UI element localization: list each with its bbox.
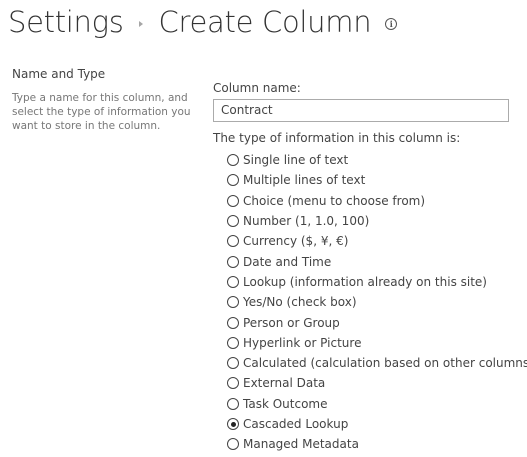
column-type-label: Number (1, 1.0, 100) [243, 214, 370, 229]
radio-button[interactable] [227, 154, 239, 167]
radio-button[interactable] [227, 438, 239, 451]
breadcrumb-settings-link[interactable]: Settings [8, 5, 124, 39]
column-type-label: Person or Group [243, 315, 340, 330]
radio-button[interactable] [227, 255, 239, 268]
section-description: Type a name for this column, and select … [12, 92, 191, 132]
column-type-option[interactable]: Managed Metadata [227, 434, 518, 454]
column-type-prompt: The type of information in this column i… [213, 131, 461, 145]
radio-button[interactable] [227, 194, 239, 207]
column-type-option[interactable]: Yes/No (check box) [227, 292, 518, 312]
info-icon[interactable]: i [385, 18, 398, 30]
radio-button[interactable] [227, 377, 239, 390]
radio-button[interactable] [227, 235, 239, 248]
column-type-radio-group: Single line of text Multiple lines of tex… [227, 150, 527, 454]
column-type-option[interactable]: Single line of text [227, 150, 518, 170]
column-name-input[interactable]: Contract [213, 99, 509, 122]
column-type-label: Cascaded Lookup [243, 417, 349, 431]
column-type-option[interactable]: Currency ($, ¥, €) [227, 231, 518, 251]
page-header: Settings Create Column i [8, 0, 398, 44]
radio-button[interactable] [227, 174, 239, 187]
radio-button-selected[interactable] [227, 418, 239, 430]
radio-button[interactable] [227, 296, 239, 309]
column-name-label: Column name: [213, 81, 301, 95]
column-type-label: Currency ($, ¥, €) [243, 234, 349, 249]
column-type-option[interactable]: Hyperlink or Picture [227, 333, 518, 353]
column-type-label: Yes/No (check box) [243, 295, 357, 310]
radio-button[interactable] [227, 397, 239, 410]
radio-button[interactable] [227, 357, 239, 370]
column-type-label: Single line of text [243, 153, 349, 168]
column-type-label: Calculated (calculation based on other c… [243, 356, 527, 371]
radio-button[interactable] [227, 215, 239, 228]
page-title: Create Column [158, 5, 372, 39]
column-type-option[interactable]: Person or Group [227, 312, 518, 332]
section-description-panel: Name and Type Type a name for this colum… [12, 67, 194, 133]
breadcrumb-separator-icon [138, 21, 143, 27]
column-type-label: Multiple lines of text [243, 173, 366, 188]
column-type-label: Choice (menu to choose from) [243, 193, 426, 208]
column-type-label: Managed Metadata [243, 437, 359, 452]
column-type-option[interactable]: Cascaded Lookup [227, 414, 518, 434]
column-type-option[interactable]: Multiple lines of text [227, 170, 518, 190]
column-type-label: Hyperlink or Picture [243, 335, 362, 350]
column-type-label: Lookup (information already on this site… [243, 274, 487, 289]
column-type-option[interactable]: Calculated (calculation based on other c… [227, 353, 527, 373]
section-title: Name and Type [12, 67, 106, 81]
column-type-option[interactable]: Choice (menu to choose from) [227, 191, 518, 211]
column-type-label: Date and Time [243, 254, 332, 269]
column-type-option[interactable]: Number (1, 1.0, 100) [227, 211, 518, 231]
radio-button[interactable] [227, 275, 239, 288]
radio-button[interactable] [227, 336, 239, 349]
column-type-option[interactable]: Lookup (information already on this site… [227, 272, 518, 292]
column-type-label: Task Outcome [243, 396, 328, 411]
column-type-label: External Data [243, 376, 326, 391]
column-type-option[interactable]: Task Outcome [227, 394, 518, 414]
column-type-option[interactable]: Date and Time [227, 251, 518, 271]
column-type-option[interactable]: External Data [227, 373, 518, 393]
radio-button[interactable] [227, 316, 239, 329]
column-form: Column name: Contract The type of inform… [213, 81, 527, 454]
